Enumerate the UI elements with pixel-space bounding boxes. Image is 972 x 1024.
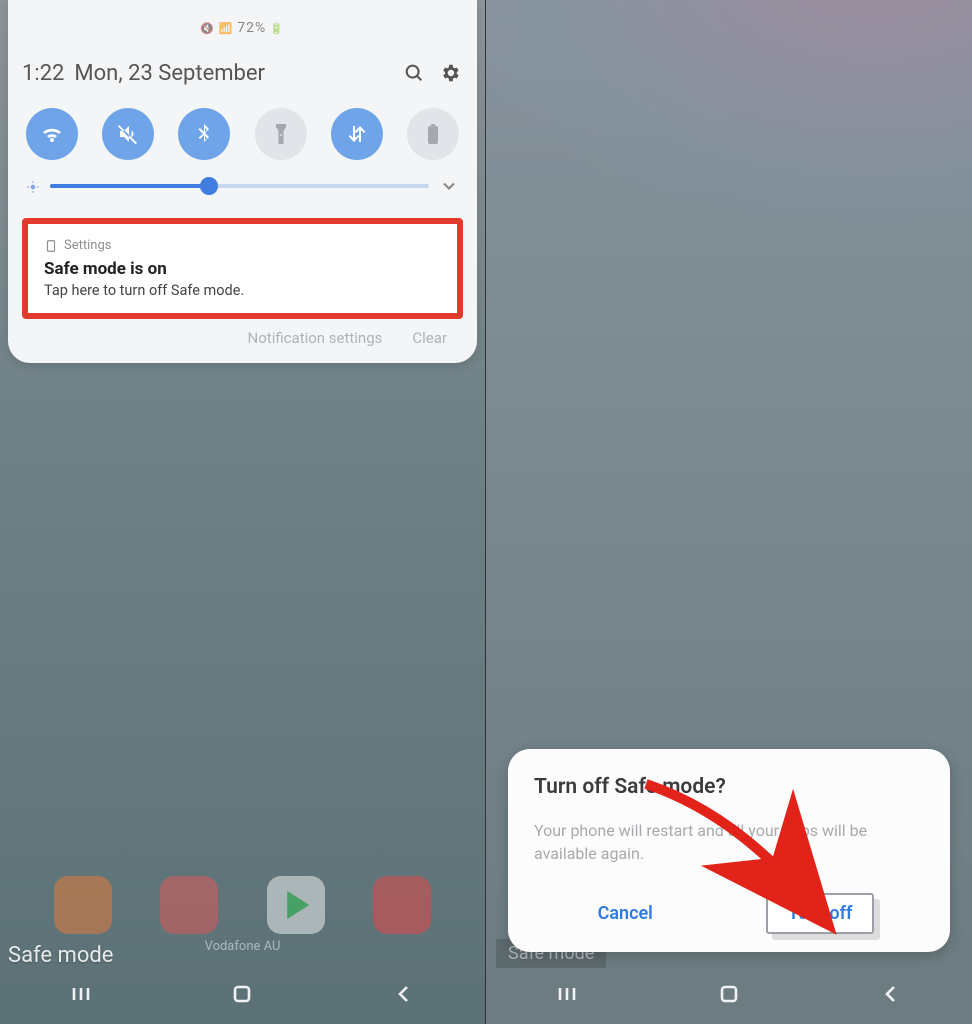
back-button[interactable] bbox=[392, 982, 416, 1010]
safe-mode-notification[interactable]: Settings Safe mode is on Tap here to tur… bbox=[28, 224, 457, 313]
cancel-button[interactable]: Cancel bbox=[584, 897, 667, 930]
brightness-slider-row bbox=[22, 176, 463, 200]
back-button[interactable] bbox=[879, 982, 903, 1010]
navigation-bar bbox=[486, 968, 972, 1024]
app-dock bbox=[0, 876, 485, 934]
gear-icon[interactable] bbox=[437, 60, 463, 86]
date-label: Mon, 23 September bbox=[74, 61, 391, 86]
safe-mode-watermark: Safe mode bbox=[8, 943, 113, 968]
power-saving-toggle[interactable] bbox=[407, 108, 459, 160]
chevron-down-icon[interactable] bbox=[439, 176, 459, 196]
bluetooth-toggle[interactable] bbox=[178, 108, 230, 160]
shade-footer: Notification settings Clear bbox=[22, 319, 463, 353]
home-button[interactable] bbox=[230, 982, 254, 1010]
mobile-data-toggle[interactable] bbox=[331, 108, 383, 160]
mute-toggle[interactable] bbox=[102, 108, 154, 160]
notification-shade[interactable]: 🔇 📶 72% 🔋 1:22 Mon, 23 September bbox=[8, 0, 477, 363]
highlighted-notification: Settings Safe mode is on Tap here to tur… bbox=[22, 218, 463, 319]
navigation-bar bbox=[0, 968, 485, 1024]
left-screenshot: 🔇 📶 72% 🔋 1:22 Mon, 23 September bbox=[0, 0, 486, 1024]
dialog-title: Turn off Safe mode? bbox=[534, 775, 924, 799]
turn-off-button[interactable]: Turn off bbox=[766, 893, 874, 934]
recents-button[interactable] bbox=[555, 982, 579, 1010]
flashlight-toggle[interactable] bbox=[255, 108, 307, 160]
notification-settings-link[interactable]: Notification settings bbox=[248, 329, 383, 347]
search-icon[interactable] bbox=[401, 60, 427, 86]
dialog-body: Your phone will restart and all your app… bbox=[534, 819, 924, 865]
notification-title: Safe mode is on bbox=[44, 259, 441, 279]
quick-settings-row bbox=[22, 108, 463, 160]
messages-app-icon[interactable] bbox=[160, 876, 218, 934]
dialog-actions: Cancel Turn off bbox=[534, 893, 924, 934]
clear-notifications-link[interactable]: Clear bbox=[412, 329, 447, 347]
phone-app-icon[interactable] bbox=[54, 876, 112, 934]
camera-app-icon[interactable] bbox=[373, 876, 431, 934]
brightness-slider[interactable] bbox=[50, 184, 429, 188]
turn-off-safe-mode-dialog: Turn off Safe mode? Your phone will rest… bbox=[508, 749, 950, 952]
time-label: 1:22 bbox=[22, 61, 64, 86]
brightness-icon bbox=[26, 179, 40, 193]
status-bar-text: 🔇 📶 72% 🔋 bbox=[8, 20, 477, 36]
wifi-toggle[interactable] bbox=[26, 108, 78, 160]
home-button[interactable] bbox=[717, 982, 741, 1010]
right-screenshot: Turn off Safe mode? Your phone will rest… bbox=[486, 0, 972, 1024]
shade-header: 1:22 Mon, 23 September bbox=[22, 60, 463, 86]
recents-button[interactable] bbox=[69, 982, 93, 1010]
notification-body: Tap here to turn off Safe mode. bbox=[44, 282, 441, 299]
notification-source: Settings bbox=[44, 238, 441, 253]
play-store-app-icon[interactable] bbox=[267, 876, 325, 934]
